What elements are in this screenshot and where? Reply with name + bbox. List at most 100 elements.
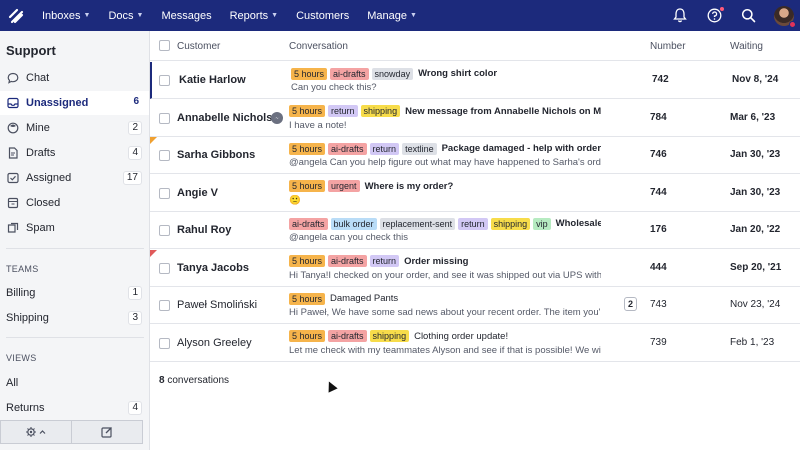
- tag-badge[interactable]: replacement-sent: [379, 217, 456, 230]
- conversation-row[interactable]: Paweł Smoliński 5 hours Damaged Pants Hi Pa…: [150, 287, 800, 324]
- tag-badge[interactable]: shipping: [360, 105, 401, 117]
- sidebar-item-mine[interactable]: Mine 2: [0, 116, 149, 140]
- header-customer[interactable]: Customer: [177, 41, 220, 52]
- row-checkbox[interactable]: [159, 337, 170, 349]
- tag-badge[interactable]: 5 hours: [289, 255, 326, 267]
- conversation-row[interactable]: Annabelle Nichols 5 hours return shipping Ne…: [150, 100, 800, 137]
- help-icon[interactable]: [706, 5, 725, 24]
- conversation-row[interactable]: Katie Harlow 5 hours ai-drafts snowday Wrong…: [150, 62, 800, 99]
- nav-item-customers[interactable]: Customers: [287, 10, 358, 22]
- conversation-number: 743: [650, 299, 667, 310]
- nav-item-docs[interactable]: Docs ▼: [99, 10, 152, 22]
- conversation-row[interactable]: Angie V 5 hours urgent Where is my order? 🙁 7…: [150, 175, 800, 212]
- tag-badge[interactable]: ai-drafts: [328, 330, 367, 342]
- compose-button[interactable]: [71, 421, 142, 443]
- sidebar-item-label: Closed: [26, 197, 61, 209]
- sidebar-item-shipping[interactable]: Shipping 3: [0, 306, 149, 330]
- customer-name[interactable]: Annabelle Nichols: [177, 112, 272, 124]
- sidebar-item-closed[interactable]: Closed: [0, 191, 149, 215]
- conversation-preview: Let me check with my teammates Alyson an…: [289, 344, 601, 356]
- sidebar-item-count: 1: [128, 286, 142, 300]
- tag-badge[interactable]: 5 hours: [289, 142, 326, 155]
- conversation-summary: 5 hours Damaged Pants Hi Paweł, We have so…: [289, 292, 601, 318]
- sidebar-divider: [6, 248, 144, 249]
- sidebar: Support Chat Unassigned 6 Mine 2 Drafts 4 Assig…: [0, 31, 150, 450]
- waiting-since: Nov 8, '24: [732, 74, 779, 85]
- user-avatar[interactable]: [774, 5, 796, 28]
- conversation-row[interactable]: Alyson Greeley 5 hours ai-drafts shipping Cl…: [150, 325, 800, 362]
- settings-button[interactable]: [1, 421, 71, 443]
- sidebar-item-billing[interactable]: Billing 1: [0, 281, 149, 305]
- spam-icon: [6, 221, 20, 235]
- search-icon[interactable]: [740, 8, 756, 24]
- conversation-row[interactable]: Sarha Gibbons 5 hours ai-drafts return textl…: [150, 137, 800, 174]
- nav-item-label: Inboxes: [42, 9, 81, 22]
- tag-badge[interactable]: ai-drafts: [328, 142, 367, 155]
- sidebar-item-spam[interactable]: Spam: [0, 216, 149, 240]
- customer-name[interactable]: Sarha Gibbons: [177, 149, 255, 161]
- tag-badge[interactable]: vip: [533, 217, 551, 230]
- tag-badge[interactable]: bulk order: [330, 217, 377, 230]
- sidebar-item-drafts[interactable]: Drafts 4: [0, 141, 149, 165]
- tag-badge[interactable]: shipping: [490, 217, 531, 230]
- tag-badge[interactable]: 5 hours: [289, 330, 326, 342]
- helpscout-logo-icon[interactable]: [0, 0, 31, 31]
- customer-name[interactable]: Alyson Greeley: [177, 337, 252, 349]
- chevron-down-icon: ▼: [83, 12, 91, 19]
- conversation-row[interactable]: Rahul Roy ai-drafts bulk order replacement-…: [150, 212, 800, 249]
- sidebar-item-label: Billing: [6, 287, 36, 299]
- inbox-icon: [6, 96, 20, 110]
- conversation-preview: Hi Paweł, We have some sad news about yo…: [289, 307, 601, 318]
- customer-name[interactable]: Rahul Roy: [177, 224, 231, 236]
- row-checkbox[interactable]: [159, 150, 170, 161]
- tag-badge[interactable]: return: [369, 142, 400, 155]
- tag-badge[interactable]: return: [369, 255, 400, 267]
- nav-item-inboxes[interactable]: Inboxes ▼: [33, 10, 99, 22]
- nav-item-reports[interactable]: Reports ▼: [221, 10, 287, 22]
- row-checkbox[interactable]: [159, 262, 170, 274]
- sidebar-item-returns[interactable]: Returns 4: [0, 396, 149, 420]
- chevron-down-icon: ▼: [271, 12, 279, 19]
- nav-item-manage[interactable]: Manage ▼: [358, 10, 426, 22]
- nav-right-actions: [672, 0, 796, 31]
- tag-badge[interactable]: ai-drafts: [289, 217, 328, 230]
- sidebar-item-all[interactable]: All: [0, 371, 149, 395]
- header-number[interactable]: Number: [650, 41, 686, 52]
- customer-name[interactable]: Angie V: [177, 187, 218, 199]
- row-checkbox[interactable]: [159, 187, 170, 199]
- tag-badge[interactable]: snowday: [371, 67, 414, 80]
- views-heading: VIEWS: [6, 353, 37, 363]
- sidebar-item-assigned[interactable]: Assigned 17: [0, 166, 149, 190]
- sidebar-item-chat[interactable]: Chat: [0, 66, 149, 90]
- conversation-preview: 🙁: [289, 194, 301, 206]
- tag-badge[interactable]: 5 hours: [289, 105, 326, 117]
- sidebar-item-unassigned[interactable]: Unassigned 6: [0, 91, 149, 115]
- bell-icon[interactable]: [672, 8, 688, 24]
- tag-badge[interactable]: ai-drafts: [330, 67, 369, 80]
- conversation-row[interactable]: Tanya Jacobs 5 hours ai-drafts return Order …: [150, 249, 800, 287]
- customer-name[interactable]: Katie Harlow: [179, 74, 246, 86]
- tag-badge[interactable]: 5 hours: [289, 180, 326, 192]
- tag-badge[interactable]: 5 hours: [289, 292, 326, 305]
- tag-badge[interactable]: 5 hours: [291, 67, 328, 80]
- row-checkbox[interactable]: [159, 225, 170, 236]
- tag-badge[interactable]: return: [328, 105, 358, 117]
- sidebar-item-label: Shipping: [6, 312, 49, 324]
- row-checkbox[interactable]: [159, 300, 170, 311]
- nav-item-label: Messages: [161, 9, 212, 22]
- tag-badge[interactable]: urgent: [328, 180, 360, 192]
- row-checkbox[interactable]: [159, 75, 170, 86]
- select-all-checkbox[interactable]: [159, 40, 170, 51]
- customer-name[interactable]: Paweł Smoliński: [177, 299, 257, 311]
- tag-badge[interactable]: ai-drafts: [328, 255, 367, 267]
- waiting-since: Jan 30, '23: [730, 149, 781, 160]
- header-conversation[interactable]: Conversation: [289, 41, 348, 52]
- nav-item-messages[interactable]: Messages: [152, 10, 220, 22]
- conversation-preview: @angela can you check this: [289, 232, 408, 243]
- tag-badge[interactable]: shipping: [369, 330, 410, 342]
- header-waiting[interactable]: Waiting: [730, 41, 763, 52]
- customer-name[interactable]: Tanya Jacobs: [177, 262, 249, 274]
- row-checkbox[interactable]: [159, 112, 170, 124]
- tag-badge[interactable]: textline: [402, 142, 437, 155]
- tag-badge[interactable]: return: [458, 217, 488, 230]
